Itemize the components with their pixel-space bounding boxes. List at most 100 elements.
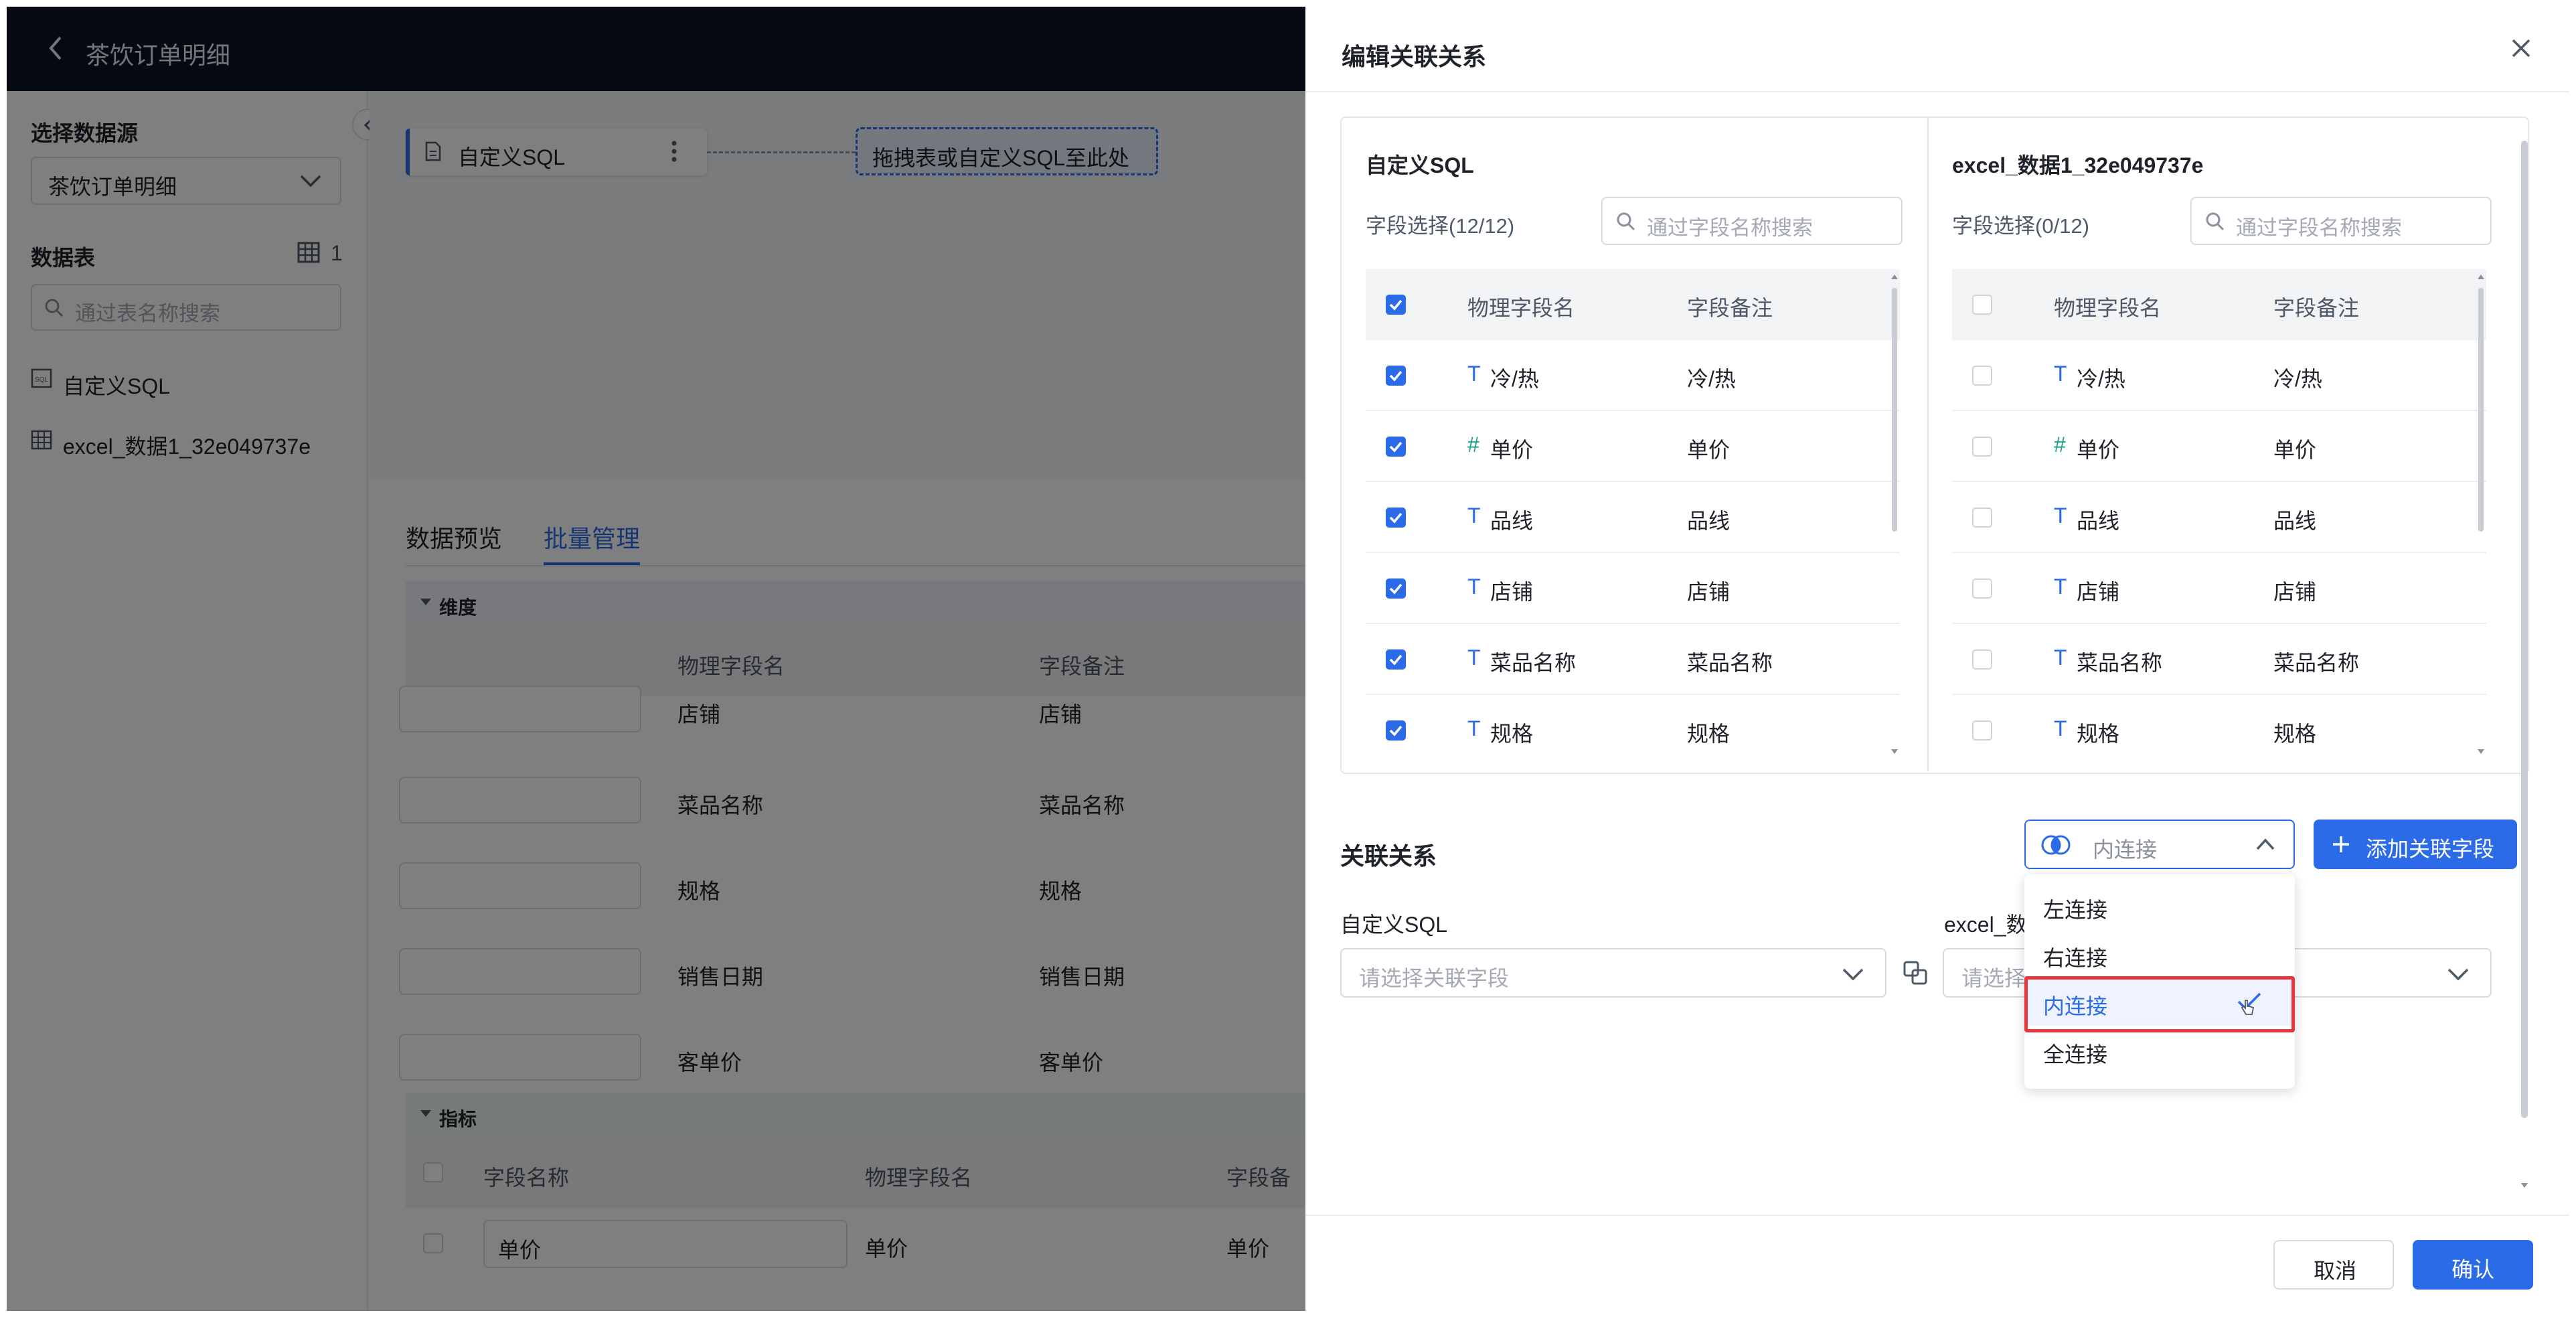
field-physical-name: 品线 [2077,509,2120,533]
right-table-header: 物理字段名 字段备注 [1952,269,2486,340]
join-option-right[interactable]: 右连接 [2024,929,2295,978]
text-type-icon: T [2054,503,2067,528]
dialog-footer-divider [1305,1215,2569,1216]
right-field-search-input[interactable]: 通过字段名称搜索 [2190,197,2492,245]
row-checkbox[interactable] [1972,437,1992,457]
add-relation-field-label: 添加关联字段 [2366,837,2495,861]
left-field-row[interactable]: T 冷/热 冷/热 [1366,340,1900,411]
plus-icon [2331,834,2351,854]
left-field-row[interactable]: # 单价 单价 [1366,411,1900,482]
text-type-icon: T [1467,362,1481,386]
number-type-icon: # [2054,433,2066,457]
left-table-scrollbar[interactable] [1892,288,1897,532]
left-field-row[interactable]: T 菜品名称 菜品名称 [1366,624,1900,695]
field-note: 单价 [1687,438,1730,462]
field-physical-name: 店铺 [2077,580,2120,604]
left-field-row[interactable]: T 品线 品线 [1366,482,1900,553]
field-note: 品线 [1687,509,1730,533]
row-checkbox[interactable] [1972,366,1992,386]
right-field-row[interactable]: T 店铺 店铺 [1952,553,2486,624]
field-physical-name: 规格 [1490,722,1534,746]
text-type-icon: T [1467,574,1481,599]
text-type-icon: T [1467,503,1481,528]
right-field-row[interactable]: # 单价 单价 [1952,411,2486,482]
field-note: 菜品名称 [2273,651,2360,675]
chevron-down-icon [2446,967,2470,982]
right-field-row[interactable]: T 冷/热 冷/热 [1952,340,2486,411]
left-relation-label: 自定义SQL [1340,913,1448,937]
join-option-full[interactable]: 全连接 [2024,1026,2295,1074]
row-checkbox[interactable] [1972,578,1992,599]
join-type-select[interactable]: 内连接 [2024,820,2295,869]
scroll-up-arrow-icon[interactable] [2477,273,2485,280]
scroll-down-arrow-icon[interactable] [1890,749,1899,755]
field-physical-name: 品线 [1490,509,1534,533]
right-relation-placeholder: 请选择 [1961,966,2026,990]
text-type-icon: T [2054,645,2067,670]
right-selection-count: 字段选择(0/12) [1952,214,2089,238]
modal-overlay[interactable] [7,7,1305,1311]
field-physical-name: 冷/热 [2077,367,2125,391]
row-checkbox[interactable] [1972,508,1992,528]
left-field-search-input[interactable]: 通过字段名称搜索 [1601,197,1903,245]
right-panel-title: excel_数据1_32e049737e [1952,153,2204,177]
field-note: 冷/热 [1687,367,1736,391]
row-checkbox[interactable] [1386,366,1406,386]
field-physical-name: 单价 [1490,438,1534,462]
select-all-checkbox[interactable] [1386,295,1406,315]
close-icon[interactable] [2509,36,2533,60]
field-physical-name: 菜品名称 [2077,651,2163,675]
row-checkbox[interactable] [1972,649,1992,670]
search-icon [1616,212,1636,232]
field-note: 规格 [1687,722,1730,746]
add-relation-field-button[interactable]: 添加关联字段 [2314,820,2517,869]
column-header: 物理字段名 [1467,296,1575,320]
dialog-body-scrollbar[interactable] [2521,141,2528,1118]
row-checkbox[interactable] [1386,437,1406,457]
row-checkbox[interactable] [1386,578,1406,599]
selected-option-highlight [2024,976,2295,1032]
left-relation-placeholder: 请选择关联字段 [1359,966,1510,990]
left-field-row[interactable]: T 规格 规格 [1366,695,1900,766]
left-table-header: 物理字段名 字段备注 [1366,269,1900,340]
join-option-left[interactable]: 左连接 [2024,881,2295,929]
right-field-row[interactable]: T 品线 品线 [1952,482,2486,553]
text-type-icon: T [2054,716,2067,741]
join-type-value: 内连接 [2093,838,2158,862]
row-checkbox[interactable] [1386,508,1406,528]
right-search-placeholder: 通过字段名称搜索 [2236,216,2402,240]
field-physical-name: 店铺 [1490,580,1534,604]
cancel-button[interactable]: 取消 [2273,1240,2394,1290]
right-table-scrollbar[interactable] [2478,288,2484,532]
right-field-row[interactable]: T 菜品名称 菜品名称 [1952,624,2486,695]
left-field-row[interactable]: T 店铺 店铺 [1366,553,1900,624]
left-selection-count: 字段选择(12/12) [1366,214,1515,238]
row-checkbox[interactable] [1972,720,1992,741]
scroll-down-arrow-icon[interactable] [2520,1182,2528,1189]
dialog-header-divider [1305,91,2569,92]
search-icon [2205,212,2225,232]
scroll-down-arrow-icon[interactable] [2477,749,2485,755]
link-swap-icon [1903,960,1928,986]
field-note: 店铺 [1687,580,1730,604]
left-panel-title: 自定义SQL [1366,153,1474,177]
text-type-icon: T [2054,574,2067,599]
column-header: 物理字段名 [2054,296,2162,320]
right-relation-label: excel_数 [1944,913,2028,937]
field-note: 品线 [2273,509,2317,533]
field-physical-name: 冷/热 [1490,367,1539,391]
right-field-row[interactable]: T 规格 规格 [1952,695,2486,766]
scroll-up-arrow-icon[interactable] [1890,273,1899,280]
field-physical-name: 规格 [2077,722,2120,746]
field-note: 冷/热 [2273,367,2322,391]
select-all-checkbox[interactable] [1972,295,1992,315]
left-relation-field-select[interactable]: 请选择关联字段 [1340,948,1886,998]
field-note: 店铺 [2273,580,2317,604]
cancel-button-label: 取消 [2314,1259,2357,1283]
row-checkbox[interactable] [1386,720,1406,741]
column-header: 字段备注 [2273,296,2360,320]
relation-label: 关联关系 [1340,842,1437,870]
confirm-button[interactable]: 确认 [2413,1240,2533,1290]
column-header: 字段备注 [1687,296,1773,320]
row-checkbox[interactable] [1386,649,1406,670]
